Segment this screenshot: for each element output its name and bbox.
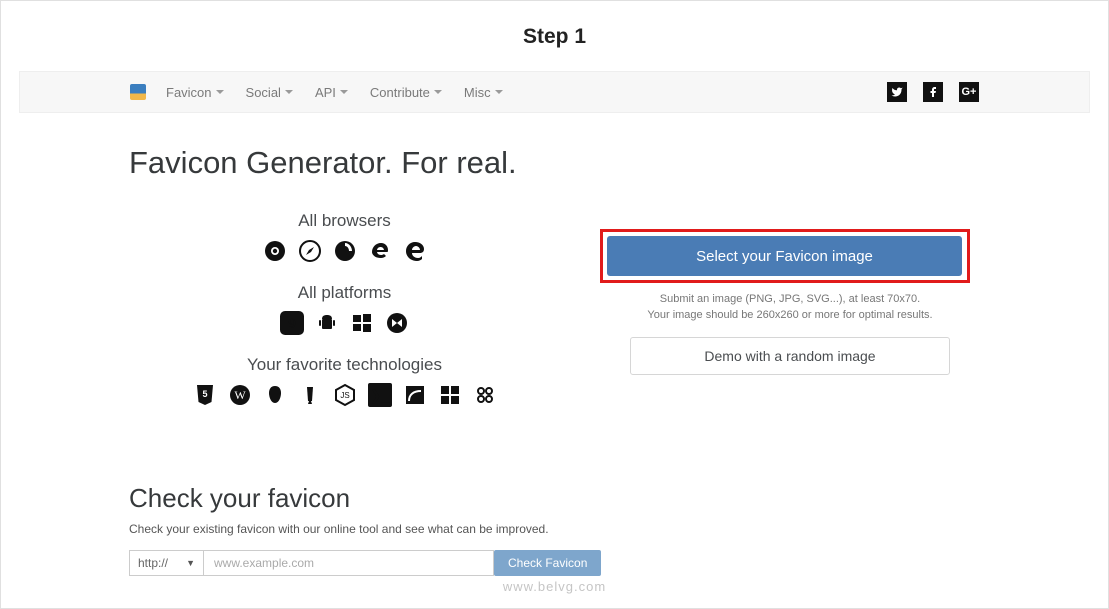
- platforms-label: All platforms: [129, 283, 560, 303]
- demo-button[interactable]: Demo with a random image: [630, 337, 950, 375]
- rails-icon: [403, 383, 427, 407]
- tech-label: Your favorite technologies: [129, 355, 560, 375]
- gulp-icon: [298, 383, 322, 407]
- nav-social[interactable]: Social: [246, 85, 293, 100]
- tech-icons: 5 W JS ❯_: [129, 383, 560, 407]
- select-image-highlight: Select your Favicon image: [600, 229, 970, 283]
- twitter-icon[interactable]: [887, 82, 907, 102]
- nav-api[interactable]: API: [315, 85, 348, 100]
- macos-icon: [385, 311, 409, 335]
- nodejs-icon: JS: [333, 383, 357, 407]
- html5-icon: 5: [193, 383, 217, 407]
- chevron-down-icon: ▼: [186, 558, 195, 568]
- firefox-icon: [333, 239, 357, 263]
- android-icon: [315, 311, 339, 335]
- ie-icon: [368, 239, 392, 263]
- upload-hint-1: Submit an image (PNG, JPG, SVG...), at l…: [600, 293, 980, 305]
- watermark: www.belvg.com: [1, 579, 1108, 594]
- chrome-icon: [263, 239, 287, 263]
- platforms-icons: 9: [129, 311, 560, 335]
- url-input[interactable]: [204, 550, 494, 576]
- select-favicon-button[interactable]: Select your Favicon image: [607, 236, 962, 276]
- check-description: Check your existing favicon with our onl…: [129, 522, 980, 536]
- page-title: Favicon Generator. For real.: [129, 145, 560, 181]
- chevron-down-icon: [495, 90, 503, 94]
- windows-icon: [350, 311, 374, 335]
- step-heading: Step 1: [1, 25, 1108, 49]
- googleplus-icon[interactable]: G+: [959, 82, 979, 102]
- nav-contribute[interactable]: Contribute: [370, 85, 442, 100]
- aspnet-icon: [473, 383, 497, 407]
- protocol-select[interactable]: http:// ▼: [129, 550, 204, 576]
- site-logo[interactable]: [130, 84, 146, 100]
- check-favicon-button[interactable]: Check Favicon: [494, 550, 601, 576]
- chevron-down-icon: [216, 90, 224, 94]
- nav-favicon[interactable]: Favicon: [166, 85, 224, 100]
- cli-icon: ❯_: [368, 383, 392, 407]
- edge-icon: [403, 239, 427, 263]
- svg-text:W: W: [234, 388, 246, 402]
- grunt-icon: [263, 383, 287, 407]
- navbar: Favicon Social API Contribute Misc G+: [19, 71, 1090, 113]
- svg-text:JS: JS: [340, 391, 349, 400]
- chevron-down-icon: [434, 90, 442, 94]
- facebook-icon[interactable]: [923, 82, 943, 102]
- safari-icon: [298, 239, 322, 263]
- browsers-icons: [129, 239, 560, 263]
- chevron-down-icon: [340, 90, 348, 94]
- microsoft-icon: [438, 383, 462, 407]
- browsers-label: All browsers: [129, 211, 560, 231]
- upload-hint-2: Your image should be 260x260 or more for…: [600, 309, 980, 321]
- chevron-down-icon: [285, 90, 293, 94]
- wordpress-icon: W: [228, 383, 252, 407]
- nav-misc[interactable]: Misc: [464, 85, 503, 100]
- svg-text:5: 5: [202, 389, 207, 399]
- check-title: Check your favicon: [129, 483, 980, 514]
- ios-icon: 9: [280, 311, 304, 335]
